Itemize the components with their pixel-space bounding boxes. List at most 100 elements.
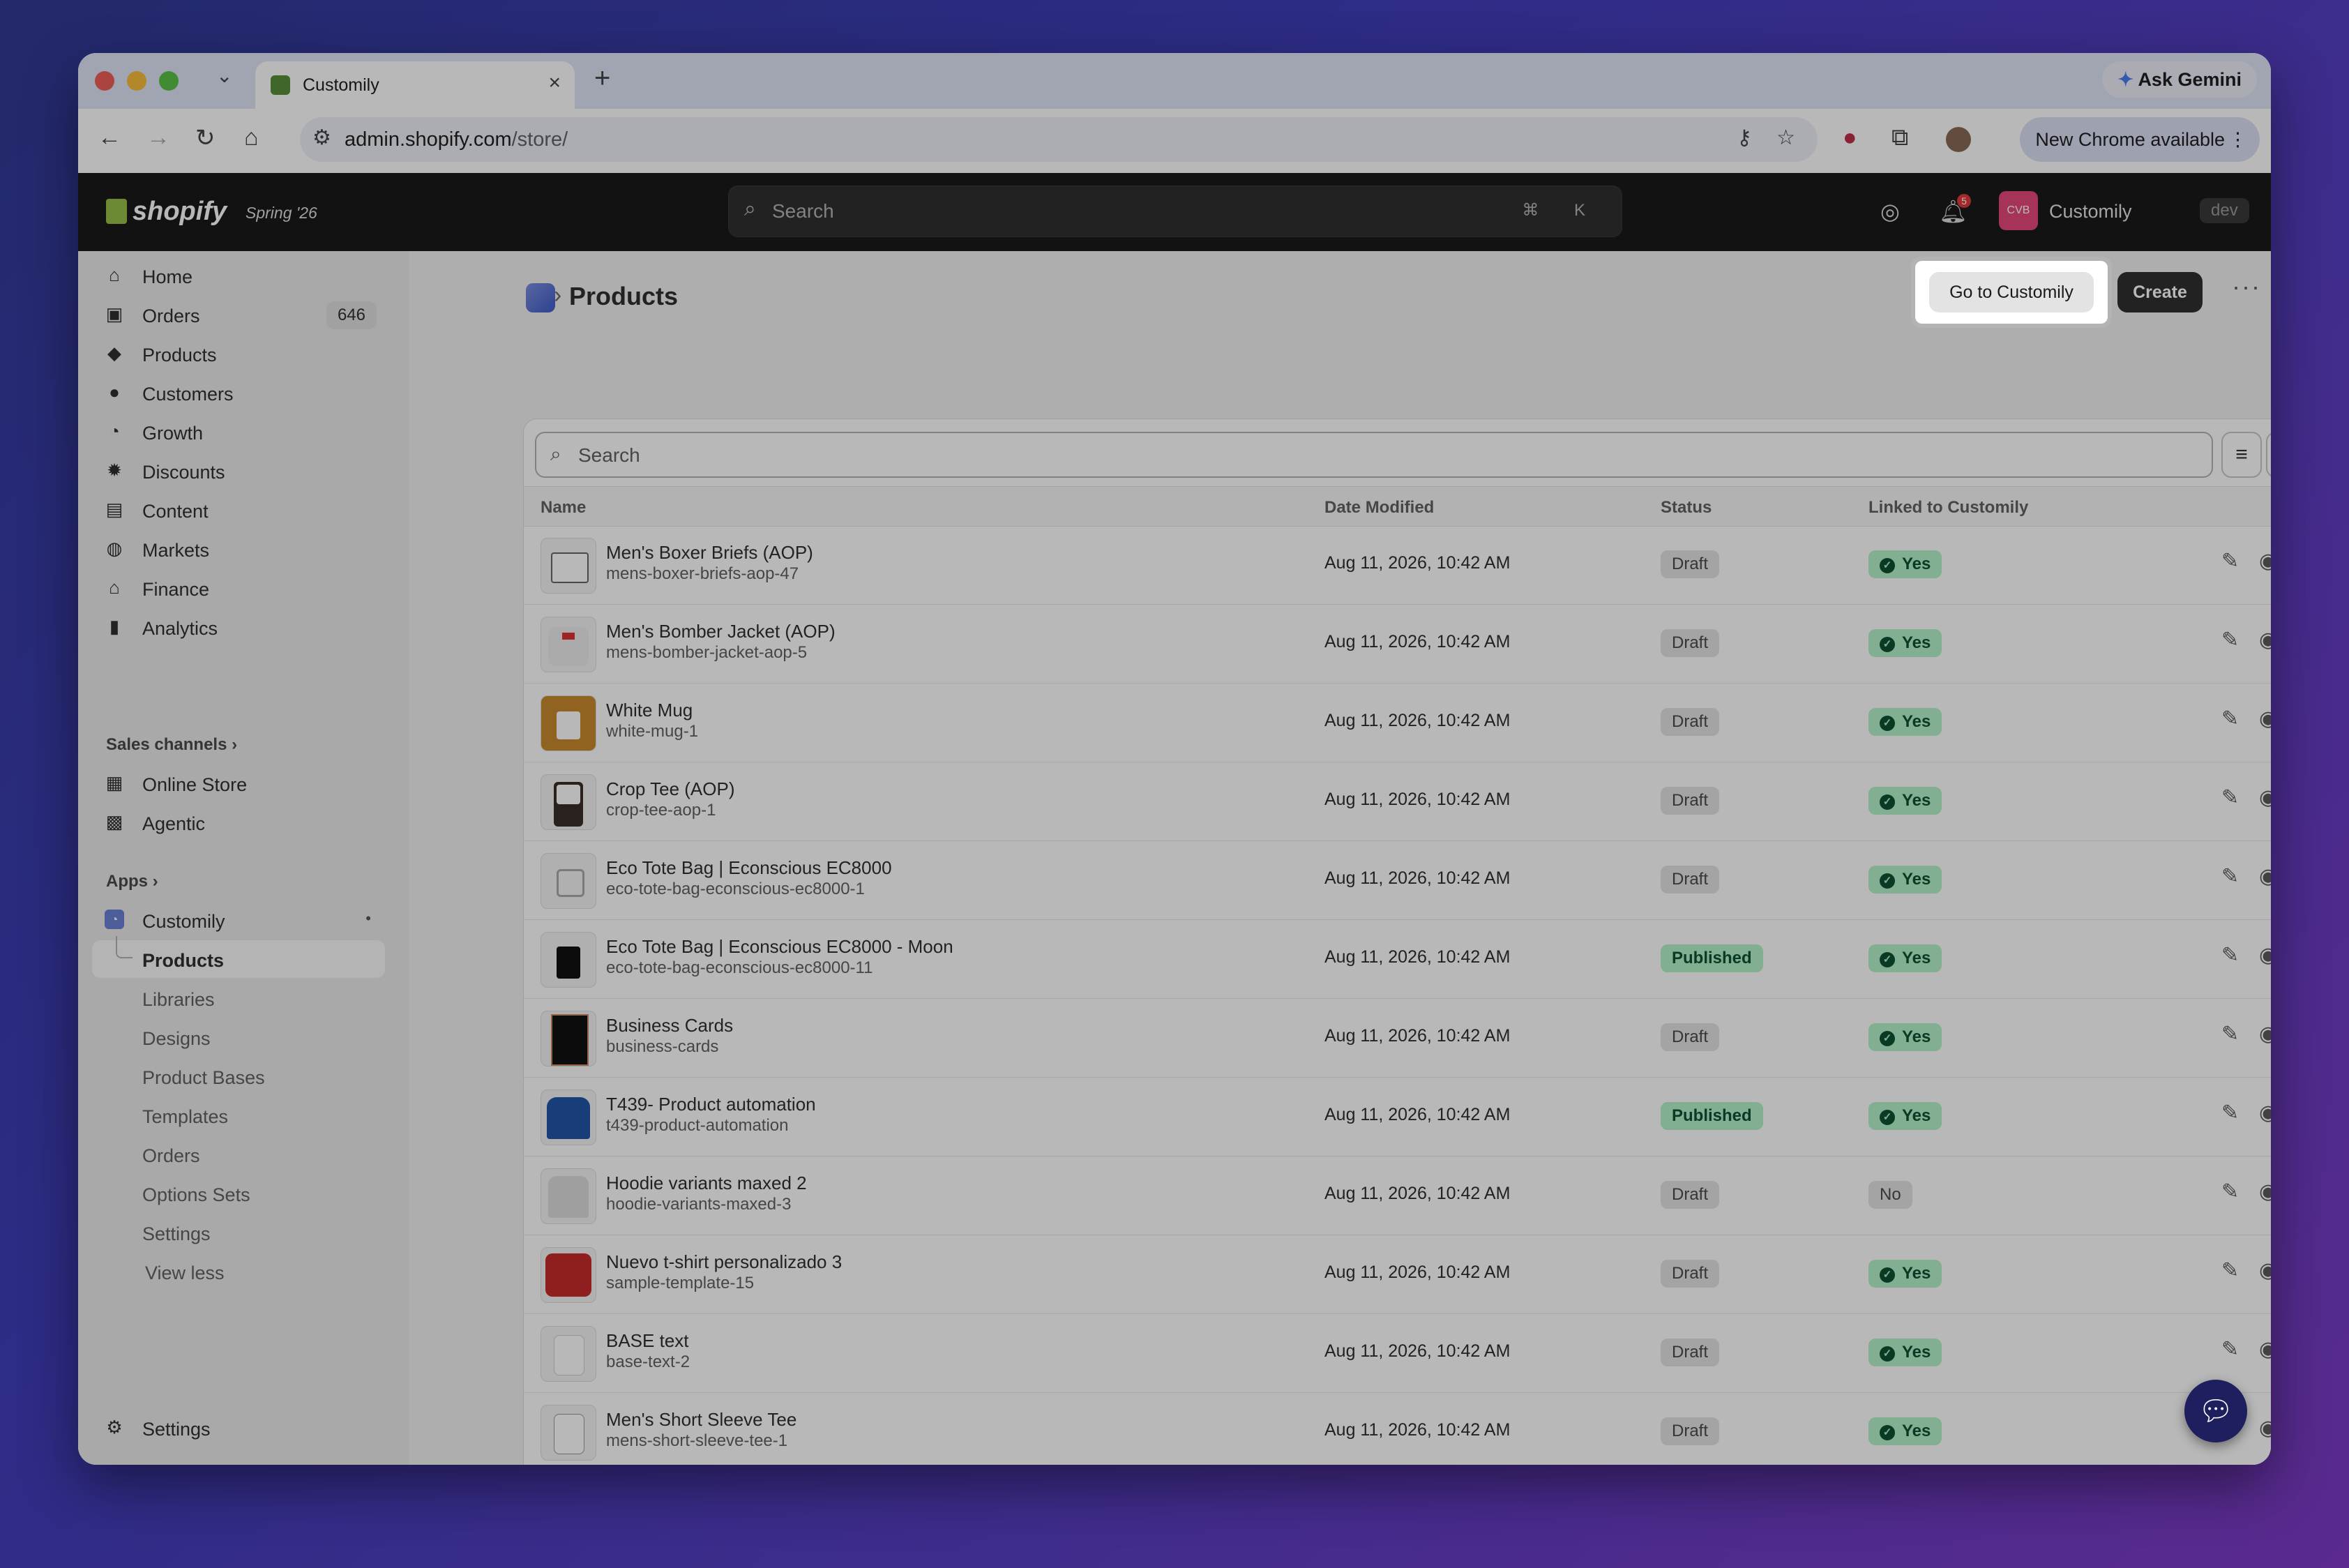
product-name[interactable]: Nuevo t-shirt personalizado 3 bbox=[606, 1251, 842, 1273]
sidebar-item-options-sets[interactable]: Options Sets bbox=[92, 1175, 385, 1212]
sidebar-item-agentic[interactable]: ▩ Agentic bbox=[92, 804, 385, 841]
table-row[interactable]: Business Cards business-cards Aug 11, 2026… bbox=[524, 998, 2271, 1078]
extension-icon[interactable]: ● bbox=[1843, 124, 1857, 151]
product-name[interactable]: Eco Tote Bag | Econscious EC8000 - Moon bbox=[606, 936, 953, 958]
sidebar-item-analytics[interactable]: ▮ Analytics bbox=[92, 608, 385, 646]
product-thumbnail[interactable] bbox=[541, 617, 596, 672]
product-thumbnail[interactable] bbox=[541, 1090, 596, 1145]
home-icon[interactable]: ⌂ bbox=[244, 124, 259, 151]
product-thumbnail[interactable] bbox=[541, 538, 596, 594]
edit-pencil-icon[interactable]: ✎ bbox=[2221, 1179, 2239, 1204]
table-row[interactable]: Crop Tee (AOP) crop-tee-aop-1 Aug 11, 2026… bbox=[524, 762, 2271, 841]
sidebar-item-settings[interactable]: ⚙ Settings bbox=[92, 1409, 385, 1447]
product-name[interactable]: Business Cards bbox=[606, 1015, 733, 1036]
store-avatar[interactable]: CVB bbox=[1999, 191, 2038, 230]
sidebar-item-discounts[interactable]: ✹ Discounts bbox=[92, 452, 385, 490]
sidebar-item-online-store[interactable]: ▦ Online Store bbox=[92, 764, 385, 802]
table-row[interactable]: Eco Tote Bag | Econscious EC8000 - Moon e… bbox=[524, 919, 2271, 999]
edit-pencil-icon[interactable]: ✎ bbox=[2221, 549, 2239, 573]
edit-pencil-icon[interactable]: ✎ bbox=[2221, 1101, 2239, 1125]
product-thumbnail[interactable] bbox=[541, 1011, 596, 1066]
table-row[interactable]: Men's Short Sleeve Tee mens-short-sleeve-… bbox=[524, 1392, 2271, 1465]
create-button[interactable]: Create bbox=[2117, 272, 2203, 312]
edit-pencil-icon[interactable]: ✎ bbox=[2221, 628, 2239, 652]
product-name[interactable]: White Mug bbox=[606, 700, 693, 721]
view-less-link[interactable]: View less bbox=[92, 1253, 385, 1290]
product-thumbnail[interactable] bbox=[541, 1168, 596, 1224]
close-tab-icon[interactable]: × bbox=[548, 71, 561, 95]
preview-eye-icon[interactable]: ◉ bbox=[2259, 1179, 2271, 1204]
preview-eye-icon[interactable]: ◉ bbox=[2259, 707, 2271, 731]
preview-eye-icon[interactable]: ◉ bbox=[2259, 864, 2271, 889]
product-thumbnail[interactable] bbox=[541, 853, 596, 909]
sidebar-item-templates[interactable]: Templates bbox=[92, 1096, 385, 1134]
edition-label[interactable]: Spring '26 bbox=[246, 204, 317, 223]
column-header-status[interactable]: Status bbox=[1661, 498, 1712, 518]
store-name[interactable]: Customily bbox=[2049, 201, 2132, 223]
sidebar-item-app-settings[interactable]: Settings bbox=[92, 1214, 385, 1251]
product-thumbnail[interactable] bbox=[541, 774, 596, 830]
table-row[interactable]: Men's Bomber Jacket (AOP) mens-bomber-jac… bbox=[524, 604, 2271, 684]
product-thumbnail[interactable] bbox=[541, 1247, 596, 1303]
product-name[interactable]: Men's Bomber Jacket (AOP) bbox=[606, 621, 836, 642]
column-header-linked[interactable]: Linked to Customily bbox=[1868, 498, 2028, 518]
preview-eye-icon[interactable]: ◉ bbox=[2259, 1258, 2271, 1283]
browser-tab[interactable]: Customily × bbox=[255, 61, 575, 109]
back-arrow-icon[interactable]: ← bbox=[98, 124, 121, 151]
edit-pencil-icon[interactable]: ✎ bbox=[2221, 707, 2239, 731]
preview-eye-icon[interactable]: ◉ bbox=[2259, 1022, 2271, 1046]
product-name[interactable]: BASE text bbox=[606, 1330, 689, 1352]
preview-eye-icon[interactable]: ◉ bbox=[2259, 943, 2271, 967]
sidekick-icon[interactable]: ◎ bbox=[1880, 198, 1900, 225]
sidebar-item-customers[interactable]: ● Customers bbox=[92, 374, 385, 412]
go-to-customily-button-highlighted[interactable]: Go to Customily bbox=[1929, 272, 2094, 312]
sidebar-item-finance[interactable]: ⌂ Finance bbox=[92, 569, 385, 607]
preview-eye-icon[interactable]: ◉ bbox=[2259, 549, 2271, 573]
customily-app-icon[interactable] bbox=[526, 283, 555, 312]
chat-support-icon[interactable]: 💬︎ bbox=[2184, 1380, 2247, 1442]
forward-arrow-icon[interactable]: → bbox=[146, 124, 170, 151]
edit-pencil-icon[interactable]: ✎ bbox=[2221, 1022, 2239, 1046]
preview-eye-icon[interactable]: ◉ bbox=[2259, 1337, 2271, 1362]
table-row[interactable]: Nuevo t-shirt personalizado 3 sample-temp… bbox=[524, 1235, 2271, 1314]
table-row[interactable]: Hoodie variants maxed 2 hoodie-variants-m… bbox=[524, 1156, 2271, 1235]
product-thumbnail[interactable] bbox=[541, 932, 596, 988]
column-header-name[interactable]: Name bbox=[541, 498, 586, 518]
preview-eye-icon[interactable]: ◉ bbox=[2259, 785, 2271, 810]
filter-icon[interactable]: ≡ bbox=[2221, 432, 2262, 478]
apps-heading[interactable]: Apps › bbox=[106, 872, 158, 891]
ask-gemini-button[interactable]: ✦ Ask Gemini bbox=[2102, 61, 2257, 98]
bookmark-star-icon[interactable]: ☆ bbox=[1776, 126, 1795, 150]
new-chrome-available-button[interactable]: New Chrome available ⋮ bbox=[2020, 117, 2260, 162]
product-name[interactable]: Men's Boxer Briefs (AOP) bbox=[606, 542, 813, 564]
sidebar-item-product-bases[interactable]: Product Bases bbox=[92, 1057, 385, 1095]
sidebar-item-markets[interactable]: ◍ Markets bbox=[92, 530, 385, 568]
shopify-logo[interactable]: shopify bbox=[106, 197, 227, 227]
edit-pencil-icon[interactable]: ✎ bbox=[2221, 864, 2239, 889]
product-name[interactable]: Eco Tote Bag | Econscious EC8000 bbox=[606, 857, 892, 879]
tab-search-chevron-icon[interactable]: ⌄ bbox=[216, 64, 232, 87]
edit-pencil-icon[interactable]: ✎ bbox=[2221, 1337, 2239, 1362]
extensions-puzzle-icon[interactable]: ⧉ bbox=[1891, 124, 1908, 151]
sidebar-item-home[interactable]: ⌂ Home bbox=[92, 257, 385, 294]
product-name[interactable]: Hoodie variants maxed 2 bbox=[606, 1173, 807, 1194]
table-row[interactable]: Eco Tote Bag | Econscious EC8000 eco-tote… bbox=[524, 840, 2271, 920]
maximize-window-button[interactable] bbox=[159, 71, 179, 91]
sort-icon[interactable]: ⇅ bbox=[2266, 432, 2271, 478]
preview-eye-icon[interactable]: ◉ bbox=[2259, 1416, 2271, 1440]
sidebar-item-orders[interactable]: ▣ Orders 646 bbox=[92, 296, 385, 333]
global-search-input[interactable]: ⌕ Search ⌘ K bbox=[728, 186, 1622, 237]
sidebar-item-customily-app[interactable]: ◔ Customily • bbox=[92, 901, 385, 939]
omnibox[interactable]: ⚙ admin.shopify.com/store/ ⚷ ☆ bbox=[300, 117, 1818, 162]
sidebar-item-app-orders[interactable]: Orders bbox=[92, 1136, 385, 1173]
product-name[interactable]: T439- Product automation bbox=[606, 1094, 816, 1115]
close-window-button[interactable] bbox=[95, 71, 114, 91]
table-row[interactable]: BASE text base-text-2 Aug 11, 2026, 10:42 … bbox=[524, 1313, 2271, 1393]
edit-pencil-icon[interactable]: ✎ bbox=[2221, 1258, 2239, 1283]
preview-eye-icon[interactable]: ◉ bbox=[2259, 1101, 2271, 1125]
product-name[interactable]: Men's Short Sleeve Tee bbox=[606, 1409, 796, 1431]
table-row[interactable]: Men's Boxer Briefs (AOP) mens-boxer-brief… bbox=[524, 525, 2271, 605]
minimize-window-button[interactable] bbox=[127, 71, 146, 91]
table-row[interactable]: White Mug white-mug-1 Aug 11, 2026, 10:42 … bbox=[524, 683, 2271, 762]
product-thumbnail[interactable] bbox=[541, 695, 596, 751]
